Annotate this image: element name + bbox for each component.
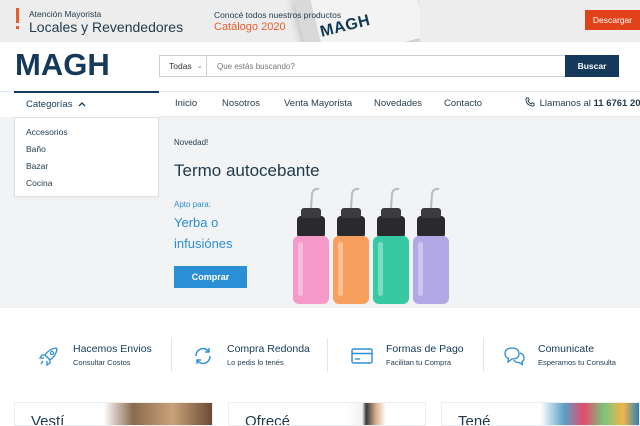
feature-shipping-title: Hacemos Envios: [73, 343, 152, 355]
promo-card-title: Ofrecé: [245, 413, 291, 426]
search-button[interactable]: Buscar: [565, 55, 619, 77]
feature-payment-title: Formas de Pago: [386, 343, 464, 355]
search-input[interactable]: [208, 56, 564, 76]
catalog-promo[interactable]: MAGH Conocé todos nuestros productos Cat…: [190, 0, 420, 42]
feature-round-purchase[interactable]: Compra Redonda Lo pedis lo tenés: [191, 340, 321, 370]
page: Atención Mayorista Locales y Revendedore…: [0, 0, 640, 426]
promo-card-title: Vestí: [31, 413, 65, 426]
chevron-up-icon: [78, 102, 86, 107]
top-banner: Atención Mayorista Locales y Revendedore…: [0, 0, 640, 42]
hero-subtitle: Yerba o infusiónes: [174, 215, 233, 251]
promo-card-title: Tené: [458, 413, 491, 426]
nav-link-inicio[interactable]: Inicio: [175, 98, 197, 109]
feature-shipping-subtitle: Consultar Costos: [73, 358, 131, 367]
chat-icon: [504, 347, 525, 366]
catalog-promo-title: Catálogo 2020: [214, 21, 286, 33]
attention-label: Atención Mayorista: [29, 9, 102, 19]
search-bar: Todas ⌄ Buscar: [159, 55, 619, 77]
thermos-bottle: [333, 187, 369, 304]
feature-contact-title: Comunicate: [538, 343, 595, 355]
credit-card-icon: [351, 348, 373, 364]
phone-contact[interactable]: Llamanos al 11 6761 2097: [525, 97, 640, 109]
rocket-icon: [38, 347, 58, 367]
thermos-bottle: [373, 187, 409, 304]
category-item-bazar[interactable]: Bazar: [26, 161, 48, 171]
category-item-cocina[interactable]: Cocina: [26, 178, 52, 188]
search-category-value: Todas: [169, 61, 192, 71]
hero-apto-label: Apto para:: [174, 200, 211, 209]
refresh-icon: [195, 347, 211, 365]
categories-toggle[interactable]: Categorías: [14, 91, 159, 117]
feature-payment[interactable]: Formas de Pago Facilitan tu Compra: [350, 340, 475, 370]
search-category-select[interactable]: Todas ⌄: [160, 56, 207, 76]
nav-link-venta-mayorista[interactable]: Venta Mayorista: [284, 98, 352, 109]
exclamation-icon: [16, 8, 20, 30]
catalog-cover-image: MAGH: [293, 0, 420, 42]
nav-link-nosotros[interactable]: Nosotros: [222, 98, 260, 109]
promo-card-ofrece[interactable]: Ofrecé: [228, 402, 426, 426]
hero-kicker: Novedad!: [174, 138, 209, 147]
promo-card-tene[interactable]: Tené: [441, 402, 640, 426]
phone-icon: [525, 97, 535, 107]
category-item-bano[interactable]: Baño: [26, 144, 46, 154]
site-logo[interactable]: MAGH: [15, 48, 110, 82]
thermos-bottle: [413, 187, 449, 304]
download-button[interactable]: Descargar: [585, 10, 640, 30]
hero-title: Termo autocebante: [174, 161, 320, 180]
phone-number: 11 6761 2097: [593, 98, 640, 109]
categories-label: Categorías: [26, 99, 73, 110]
phone-prefix: Llamanos al: [539, 98, 591, 109]
buy-button[interactable]: Comprar: [174, 266, 247, 288]
feature-shipping[interactable]: Hacemos Envios Consultar Costos: [37, 340, 157, 370]
nav-link-contacto[interactable]: Contacto: [444, 98, 482, 109]
catalog-promo-text: Conocé todos nuestros productos: [214, 10, 342, 20]
feature-divider: [483, 338, 484, 372]
feature-divider: [171, 338, 172, 372]
thermos-product-image: [293, 187, 449, 304]
category-item-accesorios[interactable]: Accesorios: [26, 127, 68, 137]
categories-dropdown: Accesorios Baño Bazar Cocina: [14, 117, 159, 197]
feature-contact-subtitle: Esperamos tu Consulta: [538, 358, 616, 367]
attention-title[interactable]: Locales y Revendedores: [29, 19, 183, 35]
feature-payment-subtitle: Facilitan tu Compra: [386, 358, 452, 367]
promo-card-vesti[interactable]: Vestí: [14, 402, 213, 426]
feature-contact[interactable]: Comunicate Esperamos tu Consulta: [502, 340, 632, 370]
feature-round-purchase-subtitle: Lo pedis lo tenés: [227, 358, 284, 367]
feature-divider: [327, 338, 328, 372]
thermos-bottle: [293, 187, 329, 304]
feature-round-purchase-title: Compra Redonda: [227, 343, 310, 355]
chevron-down-icon: ⌄: [196, 63, 203, 70]
nav-link-novedades[interactable]: Novedades: [374, 98, 422, 109]
